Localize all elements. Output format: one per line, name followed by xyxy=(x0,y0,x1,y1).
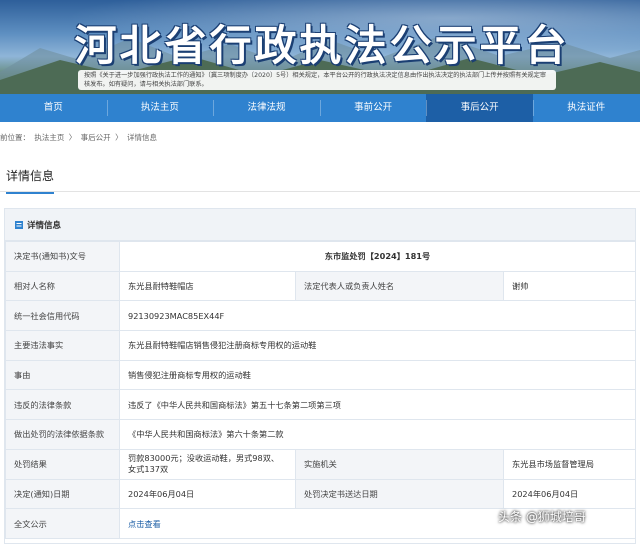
party-value: 东光县耐特鞋帽店 xyxy=(119,270,296,302)
agency-label: 实施机关 xyxy=(295,448,504,480)
section-title: 详情信息 xyxy=(6,167,55,194)
cause-value: 销售侵犯注册商标专用权的运动鞋 xyxy=(119,359,636,391)
table-row: 统一社会信用代码 92130923MAC85EX44F xyxy=(5,300,636,332)
violated-label: 违反的法律条款 xyxy=(5,389,120,421)
main-nav: 首页 执法主页 法律法规 事前公开 事后公开 执法证件 xyxy=(0,94,640,122)
decision-date-label: 决定(通知)日期 xyxy=(5,478,120,510)
legal-rep-value: 谢帅 xyxy=(503,270,636,302)
nav-item-certificates[interactable]: 执法证件 xyxy=(532,94,640,122)
decision-date-value: 2024年06月04日 xyxy=(119,478,296,510)
violated-value: 违反了《中华人民共和国商标法》第五十七条第二项第三项 xyxy=(119,389,636,421)
nav-item-laws[interactable]: 法律法规 xyxy=(213,94,320,122)
panel-title: 详情信息 xyxy=(27,221,62,231)
credit-code-label: 统一社会信用代码 xyxy=(5,300,120,332)
breadcrumb-prefix: 前位置： xyxy=(0,133,30,142)
cause-label: 事由 xyxy=(5,359,120,391)
list-icon xyxy=(15,221,23,229)
site-notice: 按照《关于进一步加强行政执法工作的通知》（冀三项制度办〔2020〕5号）相关规定… xyxy=(78,70,556,90)
breadcrumb-separator: 〉 xyxy=(115,133,123,142)
result-value: 罚款83000元；没收运动鞋，男式98双、女式137双 xyxy=(119,448,296,480)
detail-panel: 详情信息 决定书(通知书)文号 东市监处罚【2024】181号 相对人名称 东光… xyxy=(4,208,636,544)
panel-header: 详情信息 xyxy=(5,209,635,241)
table-row: 事由 销售侵犯注册商标专用权的运动鞋 xyxy=(5,359,636,391)
basis-label: 做出处罚的法律依据条款 xyxy=(5,419,120,450)
nav-item-home[interactable]: 首页 xyxy=(0,94,107,122)
facts-value: 东光县耐特鞋帽店销售侵犯注册商标专用权的运动鞋 xyxy=(119,330,636,361)
breadcrumb-link-enforcement-home[interactable]: 执法主页 xyxy=(34,133,64,142)
detail-table: 决定书(通知书)文号 东市监处罚【2024】181号 相对人名称 东光县耐特鞋帽… xyxy=(5,241,636,539)
site-title: 河北省行政执法公示平台 xyxy=(74,21,570,70)
nav-item-pre-disclosure[interactable]: 事前公开 xyxy=(319,94,427,122)
delivery-date-value: 2024年06月04日 xyxy=(503,478,636,510)
section-header: 详情信息 xyxy=(0,160,640,194)
view-fulltext-link[interactable]: 点击查看 xyxy=(128,519,161,529)
breadcrumb: 前位置： 执法主页 〉 事后公开 〉 详情信息 xyxy=(0,132,159,146)
legal-rep-label: 法定代表人或负责人姓名 xyxy=(295,270,504,302)
basis-value: 《中华人民共和国商标法》第六十条第二款 xyxy=(119,419,636,450)
delivery-date-label: 处罚决定书送达日期 xyxy=(295,478,504,510)
table-row: 主要违法事实 东光县耐特鞋帽店销售侵犯注册商标专用权的运动鞋 xyxy=(5,330,636,361)
credit-code-value: 92130923MAC85EX44F xyxy=(119,300,636,332)
breadcrumb-separator: 〉 xyxy=(68,133,77,142)
agency-value: 东光县市场监督管理局 xyxy=(503,448,636,480)
table-row: 决定(通知)日期 2024年06月04日 处罚决定书送达日期 2024年06月0… xyxy=(5,478,636,510)
site-banner: 河北省行政执法公示平台 按照《关于进一步加强行政执法工作的通知》（冀三项制度办〔… xyxy=(0,0,640,94)
nav-item-enforcement-home[interactable]: 执法主页 xyxy=(106,94,214,122)
table-row: 做出处罚的法律依据条款 《中华人民共和国商标法》第六十条第二款 xyxy=(5,419,636,450)
table-row: 处罚结果 罚款83000元；没收运动鞋，男式98双、女式137双 实施机关 东光… xyxy=(5,448,636,480)
result-label: 处罚结果 xyxy=(5,448,120,480)
breadcrumb-link-post-disclosure[interactable]: 事后公开 xyxy=(81,133,111,142)
nav-item-post-disclosure[interactable]: 事后公开 xyxy=(426,94,533,122)
table-row: 决定书(通知书)文号 东市监处罚【2024】181号 xyxy=(5,241,636,272)
table-row: 违反的法律条款 违反了《中华人民共和国商标法》第五十七条第二项第三项 xyxy=(5,389,636,421)
watermark: 头条 @狮城培哥 xyxy=(498,510,586,524)
decision-no-value: 东市监处罚【2024】181号 xyxy=(119,241,636,272)
decision-no-label: 决定书(通知书)文号 xyxy=(5,241,120,272)
breadcrumb-current: 详情信息 xyxy=(126,133,157,142)
party-label: 相对人名称 xyxy=(5,270,120,302)
fulltext-label: 全文公示 xyxy=(5,508,120,539)
table-row: 相对人名称 东光县耐特鞋帽店 法定代表人或负责人姓名 谢帅 xyxy=(5,270,636,302)
facts-label: 主要违法事实 xyxy=(5,330,120,361)
